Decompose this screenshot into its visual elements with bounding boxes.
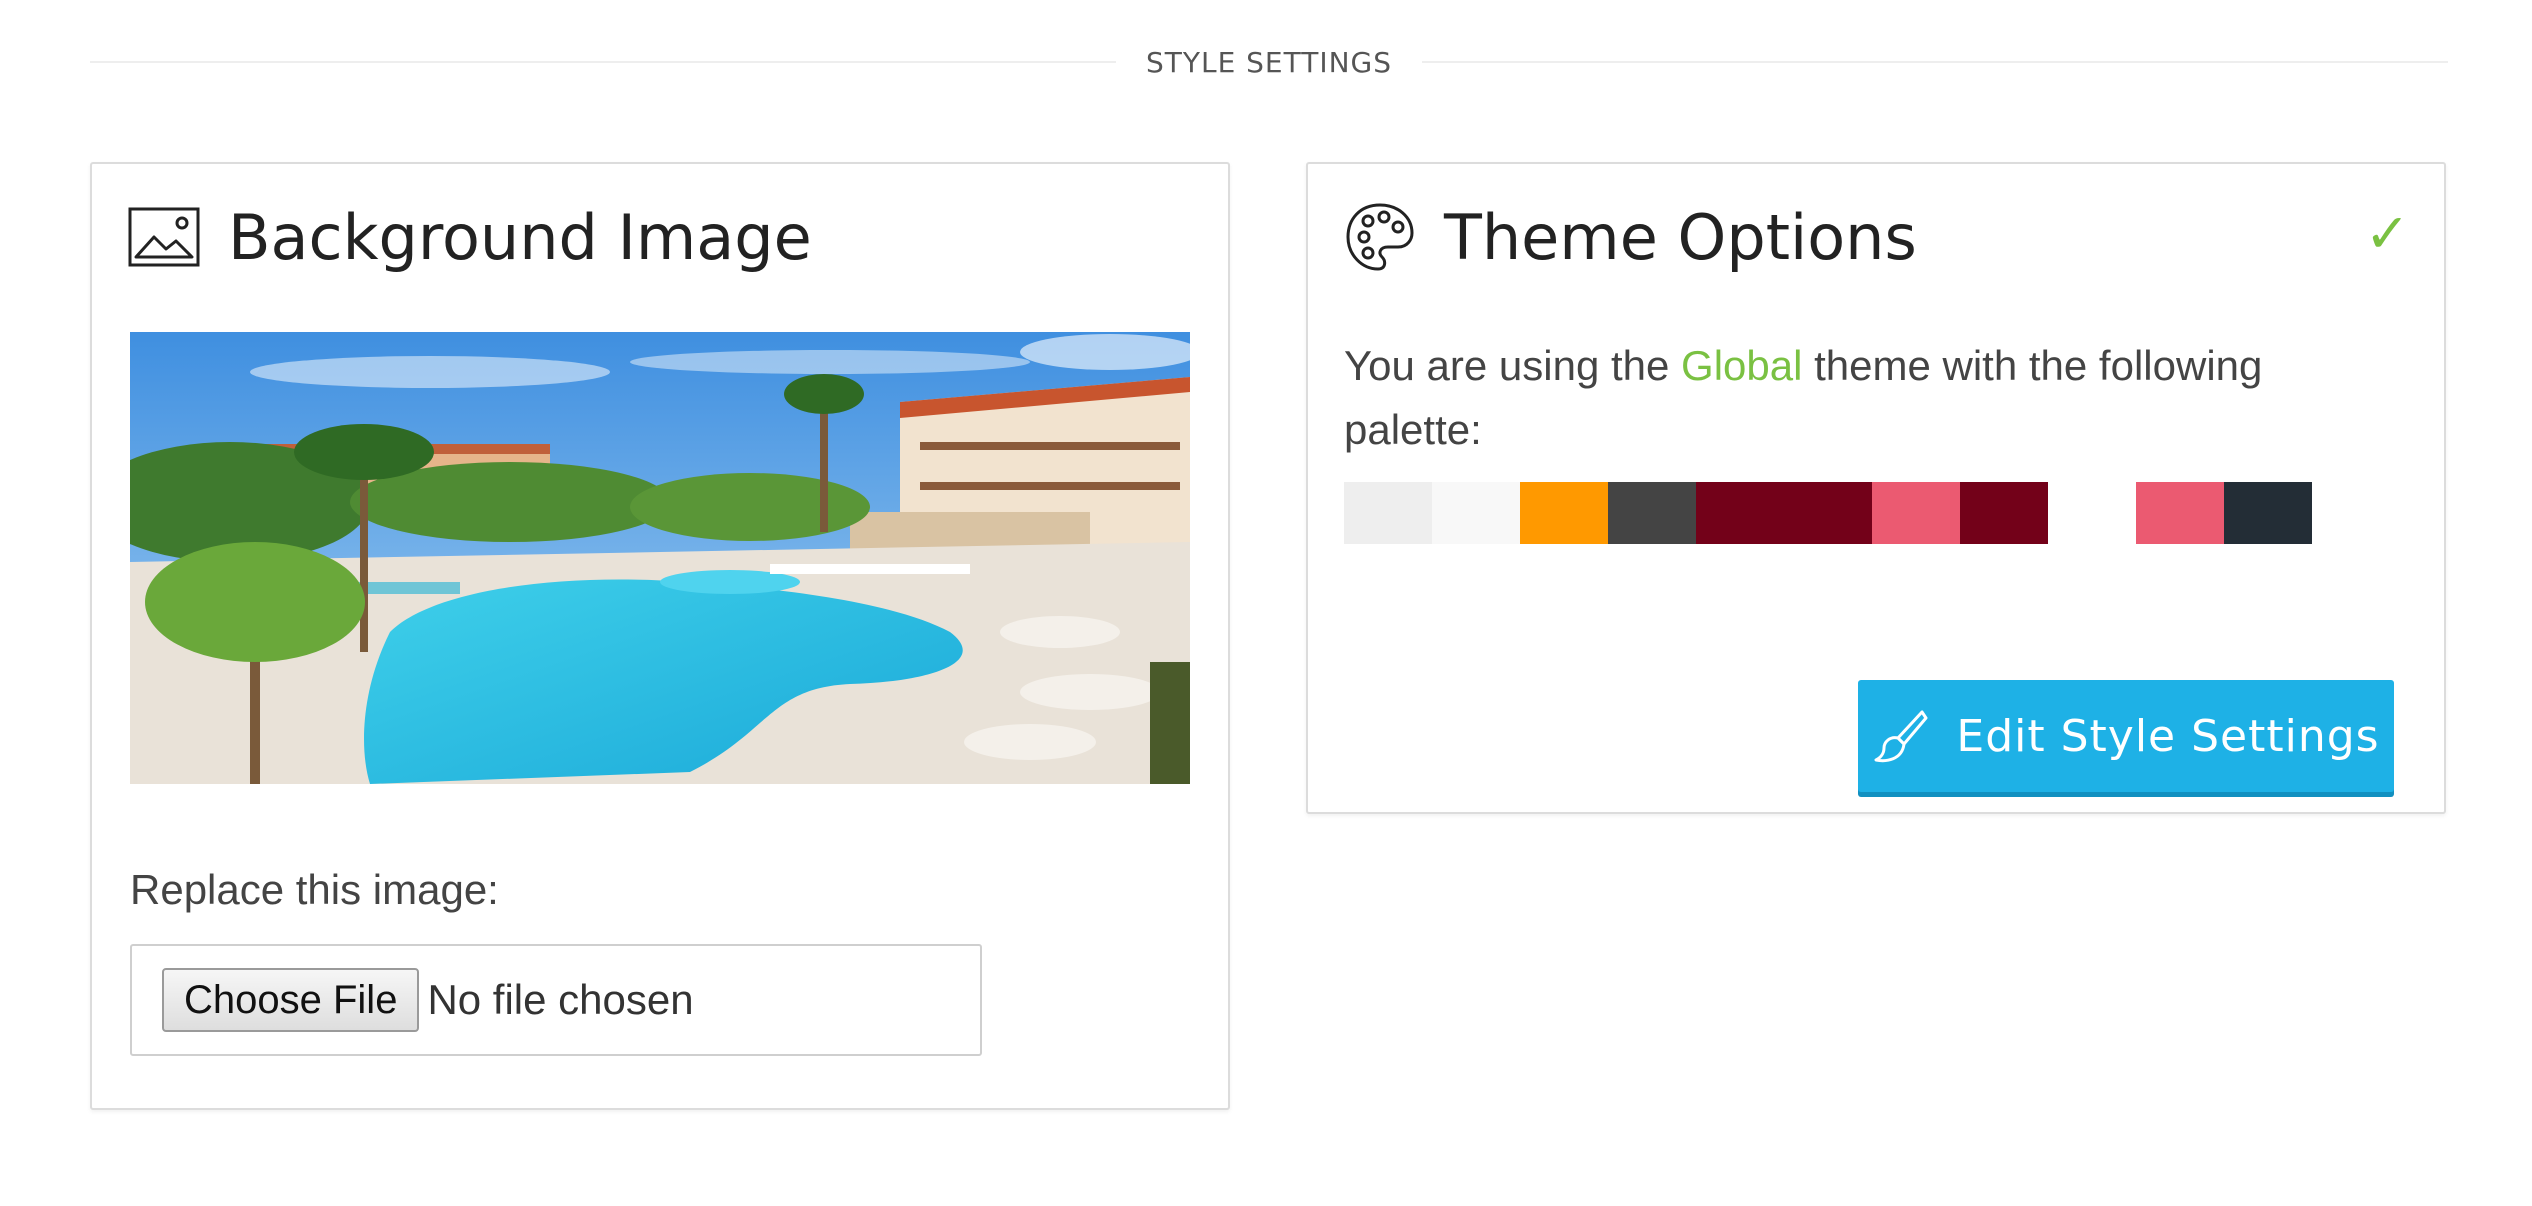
palette-swatch [1784, 482, 1872, 544]
palette-swatch [1696, 482, 1784, 544]
background-image-panel: Background Image Replace this image: Cho… [90, 162, 1230, 1110]
checkmark-icon: ✓ [2364, 202, 2410, 265]
background-image-title: Background Image [228, 200, 812, 274]
theme-options-header: Theme Options [1344, 192, 1917, 282]
color-palette [1344, 482, 2312, 544]
paintbrush-icon [1872, 708, 1928, 764]
edit-style-settings-label: Edit Style Settings [1956, 710, 2380, 762]
image-icon [128, 207, 200, 267]
theme-description: You are using the Global theme with the … [1344, 334, 2404, 462]
theme-name-link: Global [1681, 342, 1803, 389]
background-image-header: Background Image [128, 192, 812, 282]
palette-swatch [1520, 482, 1608, 544]
section-title: STYLE SETTINGS [1145, 45, 1393, 79]
replace-image-label: Replace this image: [130, 866, 499, 913]
theme-options-panel: Theme Options ✓ You are using the Global… [1306, 162, 2446, 814]
file-input[interactable]: Choose File No file chosen [130, 944, 982, 1056]
theme-options-title: Theme Options [1444, 200, 1917, 274]
choose-file-button[interactable]: Choose File [162, 968, 420, 1032]
edit-style-settings-button[interactable]: Edit Style Settings [1858, 680, 2394, 792]
background-image-preview [130, 332, 1190, 784]
palette-swatch [1608, 482, 1696, 544]
palette-swatch [2224, 482, 2312, 544]
palette-swatch [2136, 482, 2224, 544]
palette-icon [1344, 201, 1416, 273]
theme-text-before: You are using the [1344, 342, 1682, 389]
palette-swatch [1960, 482, 2048, 544]
section-divider: STYLE SETTINGS [90, 40, 2448, 84]
palette-swatch [1344, 482, 1432, 544]
palette-swatch [1432, 482, 1520, 544]
file-status-text: No file chosen [427, 976, 694, 1023]
style-settings-page: STYLE SETTINGS Background Image Replace … [0, 0, 2532, 1206]
palette-swatch [2048, 482, 2136, 544]
palette-swatch [1872, 482, 1960, 544]
